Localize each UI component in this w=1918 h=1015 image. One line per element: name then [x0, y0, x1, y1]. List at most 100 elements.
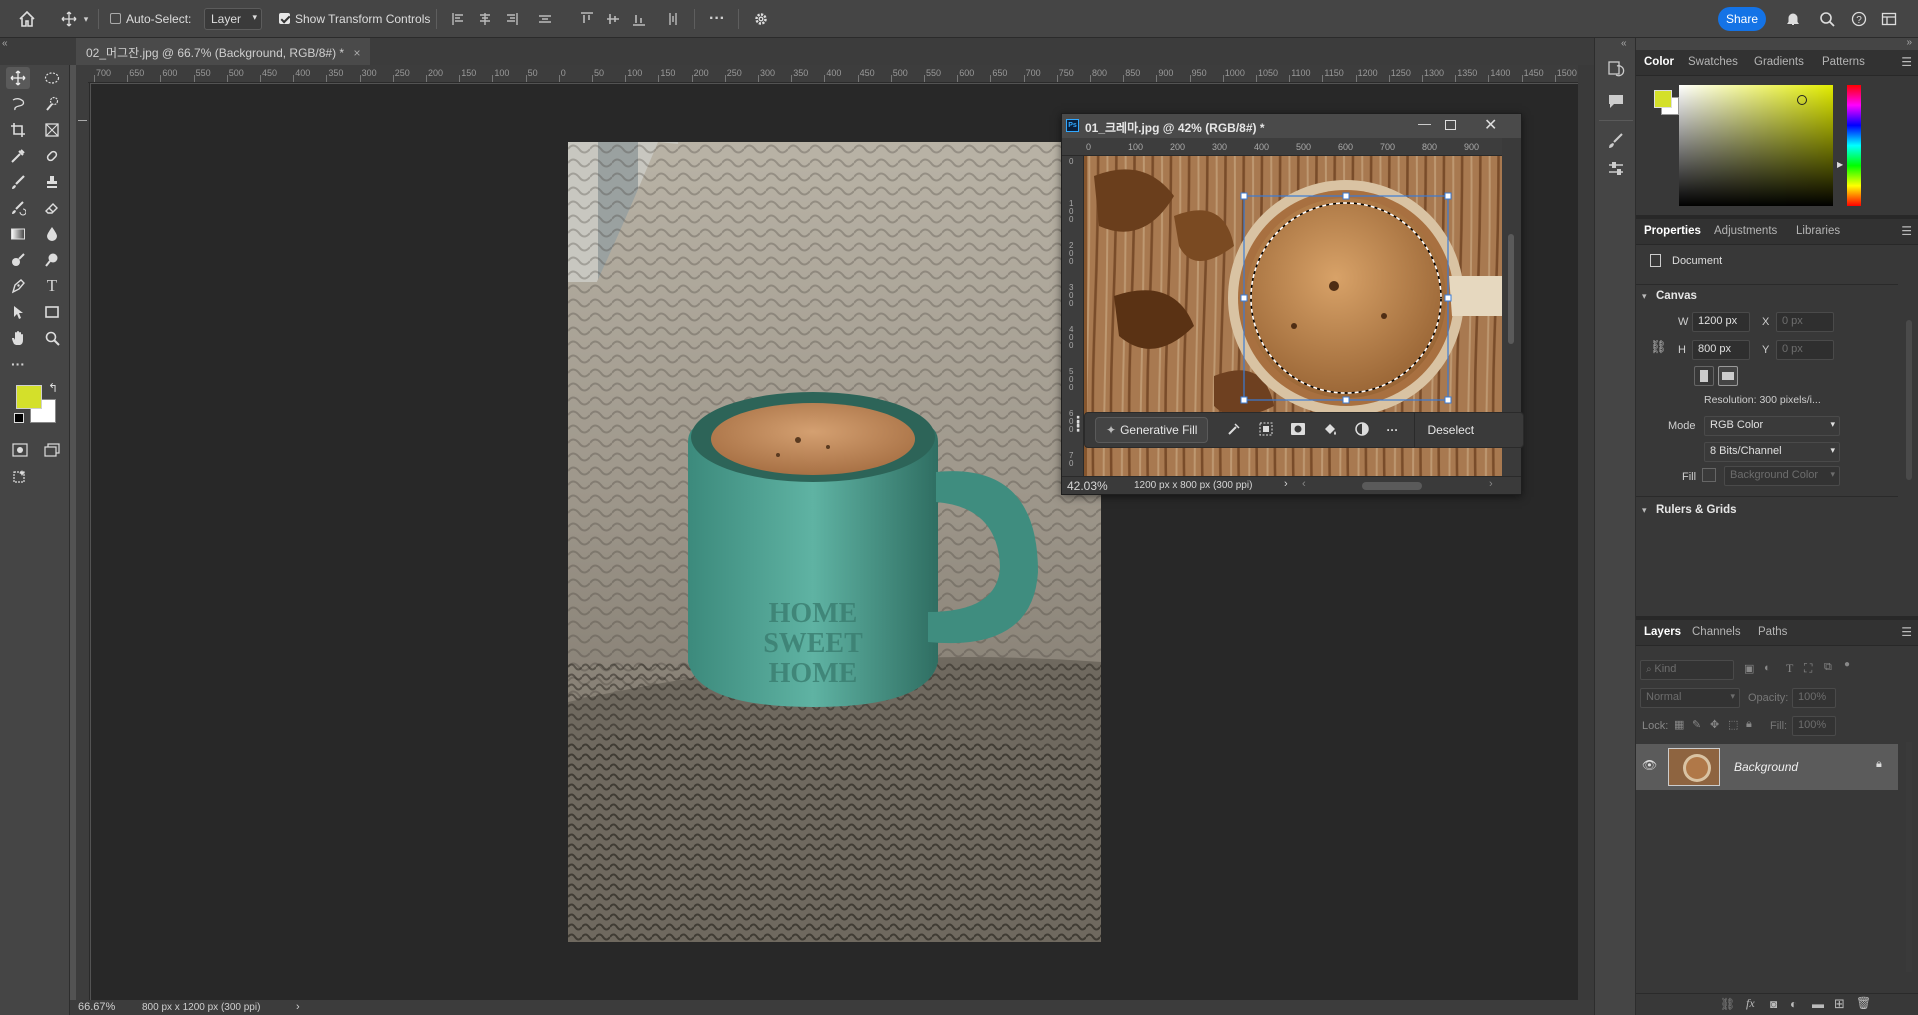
new-group-icon[interactable]: ▬ [1812, 997, 1824, 1011]
generative-fill-button[interactable]: ✦ Generative Fill [1095, 417, 1209, 443]
landscape-orientation-button[interactable] [1718, 366, 1738, 386]
history-icon[interactable] [1607, 60, 1625, 81]
rectangle-tool-icon[interactable] [40, 301, 64, 323]
panel-menu-icon[interactable]: ☰ [1901, 55, 1912, 69]
hand-tool-icon[interactable] [6, 327, 30, 349]
move-tool-icon[interactable] [58, 8, 80, 30]
lock-position-icon[interactable]: ✥ [1710, 718, 1719, 731]
tab-paths[interactable]: Paths [1758, 626, 1787, 638]
document-image[interactable]: HOME SWEET HOME [568, 142, 1101, 942]
eyedropper-tool-icon[interactable] [6, 145, 30, 167]
lock-all-icon[interactable]: 🔒︎ [1746, 718, 1752, 731]
dodge-tool-icon[interactable] [6, 249, 30, 271]
create-mask-icon[interactable] [1290, 421, 1306, 440]
fill-color-swatch[interactable] [1702, 468, 1716, 482]
close-icon[interactable]: × [353, 46, 360, 60]
document-tab[interactable]: 02_머그잔.jpg @ 66.7% (Background, RGB/8#) … [76, 38, 371, 65]
pen-tool-icon[interactable] [6, 275, 30, 297]
horizontal-scroll-thumb[interactable] [1362, 482, 1422, 490]
vertical-scrollbar[interactable] [1578, 65, 1594, 1000]
align-top-icon[interactable] [576, 8, 598, 30]
distribute-vertical-icon[interactable] [662, 8, 684, 30]
chevron-right-icon[interactable]: › [1489, 478, 1493, 490]
close-icon[interactable]: ✕ [1484, 115, 1497, 135]
mode-dropdown[interactable]: RGB Color ▾ [1704, 416, 1840, 436]
chevron-down-icon[interactable]: ▾ [80, 8, 92, 30]
type-tool-icon[interactable]: T [40, 275, 64, 297]
opacity-field[interactable]: 100% [1792, 688, 1836, 708]
swap-colors-icon[interactable]: ↰ [48, 381, 58, 395]
tab-layers[interactable]: Layers [1644, 626, 1681, 638]
clone-stamp-tool-icon[interactable] [40, 171, 64, 193]
float-zoom-level[interactable]: 42.03% [1067, 479, 1108, 493]
tab-patterns[interactable]: Patterns [1822, 56, 1865, 68]
collapse-toolbar-icon[interactable]: « [2, 38, 8, 49]
lock-transparent-icon[interactable]: ▦ [1674, 718, 1684, 731]
panel-menu-icon[interactable]: ☰ [1901, 625, 1912, 639]
share-button[interactable]: Share [1718, 7, 1766, 31]
color-foreground-swatch[interactable] [1654, 90, 1672, 108]
chevron-right-icon[interactable]: › [1284, 478, 1288, 490]
align-left-icon[interactable] [448, 8, 470, 30]
status-menu-arrow[interactable]: › [296, 1001, 300, 1013]
eye-visibility-icon[interactable]: 👁︎ [1642, 758, 1657, 772]
hue-slider[interactable] [1847, 85, 1861, 206]
adjustment-layer-icon[interactable] [1354, 421, 1370, 440]
portrait-orientation-button[interactable] [1694, 366, 1714, 386]
home-icon[interactable] [16, 8, 38, 30]
floating-document-window[interactable]: Ps 01_크레마.jpg @ 42% (RGB/8#) * — ✕ 0 100 2… [1061, 113, 1524, 495]
maximize-icon[interactable] [1445, 120, 1456, 130]
brush-tool-icon[interactable] [6, 171, 30, 193]
distribute-icon[interactable] [534, 8, 556, 30]
lock-artboard-icon[interactable]: ⬚ [1728, 718, 1738, 731]
lock-icon[interactable]: 🔒︎ [1876, 758, 1882, 771]
blur-tool-icon[interactable] [40, 223, 64, 245]
scroll-thumb[interactable] [1508, 234, 1514, 344]
minimize-icon[interactable]: — [1418, 116, 1431, 131]
zoom-lens-tool-icon[interactable] [40, 249, 64, 271]
more-options-icon[interactable]: ··· [706, 8, 728, 30]
chevron-down-icon[interactable]: ▾ [1642, 291, 1647, 302]
deselect-button[interactable]: Deselect [1427, 423, 1474, 437]
marquee-tool-icon[interactable] [40, 67, 64, 89]
lock-image-icon[interactable]: ✎ [1692, 718, 1701, 731]
filter-shape-icon[interactable]: ⛶ [1804, 661, 1812, 676]
bit-depth-dropdown[interactable]: 8 Bits/Channel ▾ [1704, 442, 1840, 462]
rulers-grids-section-header[interactable]: Rulers & Grids [1656, 504, 1737, 516]
color-picker-cursor[interactable] [1797, 95, 1807, 105]
canvas-width-field[interactable]: 1200 px [1692, 312, 1750, 332]
auto-select-checkbox[interactable]: Auto-Select: [110, 12, 191, 26]
drag-handle-icon[interactable]: ⋮ ⋮ [1071, 414, 1085, 433]
adjustments-sliders-icon[interactable] [1607, 160, 1625, 181]
filter-pixel-icon[interactable]: ▣ [1744, 662, 1754, 675]
search-icon[interactable] [1816, 8, 1838, 30]
link-layers-icon[interactable]: ⛓ [1720, 997, 1735, 1011]
canvas-x-field[interactable]: 0 px [1776, 312, 1834, 332]
edit-toolbar-icon[interactable]: ··· [6, 353, 30, 375]
default-colors-icon[interactable] [14, 413, 24, 423]
spot-healing-tool-icon[interactable] [40, 145, 64, 167]
link-icon[interactable]: ⛓ [1650, 339, 1667, 355]
path-selection-tool-icon[interactable] [6, 301, 30, 323]
comments-icon[interactable] [1607, 92, 1625, 113]
frame-tool-icon[interactable] [40, 119, 64, 141]
canvas-y-field[interactable]: 0 px [1776, 340, 1834, 360]
trash-icon[interactable]: 🗑︎ [1856, 996, 1871, 1010]
invert-selection-icon[interactable] [1258, 421, 1274, 440]
align-bottom-icon[interactable] [628, 8, 650, 30]
show-transform-controls-checkbox[interactable]: Show Transform Controls [279, 12, 430, 26]
blend-mode-dropdown[interactable]: Normal ▾ [1640, 688, 1740, 708]
fill-selection-icon[interactable] [1322, 421, 1338, 440]
hue-slider-marker-icon[interactable]: ▶ [1837, 160, 1843, 169]
move-tool-icon[interactable] [6, 67, 30, 89]
collapse-panels-icon[interactable]: « [1621, 38, 1627, 49]
brush-settings-icon[interactable] [1607, 132, 1625, 153]
filter-smart-object-icon[interactable]: ⧉ [1824, 661, 1832, 674]
quick-mask-icon[interactable] [8, 439, 32, 461]
more-options-icon[interactable]: ··· [1386, 423, 1398, 437]
gear-icon[interactable] [750, 8, 772, 30]
filter-toggle-icon[interactable]: ● [1844, 659, 1850, 670]
tab-adjustments[interactable]: Adjustments [1714, 225, 1777, 237]
chevron-left-icon[interactable]: ‹ [1302, 478, 1306, 490]
align-right-icon[interactable] [500, 8, 522, 30]
